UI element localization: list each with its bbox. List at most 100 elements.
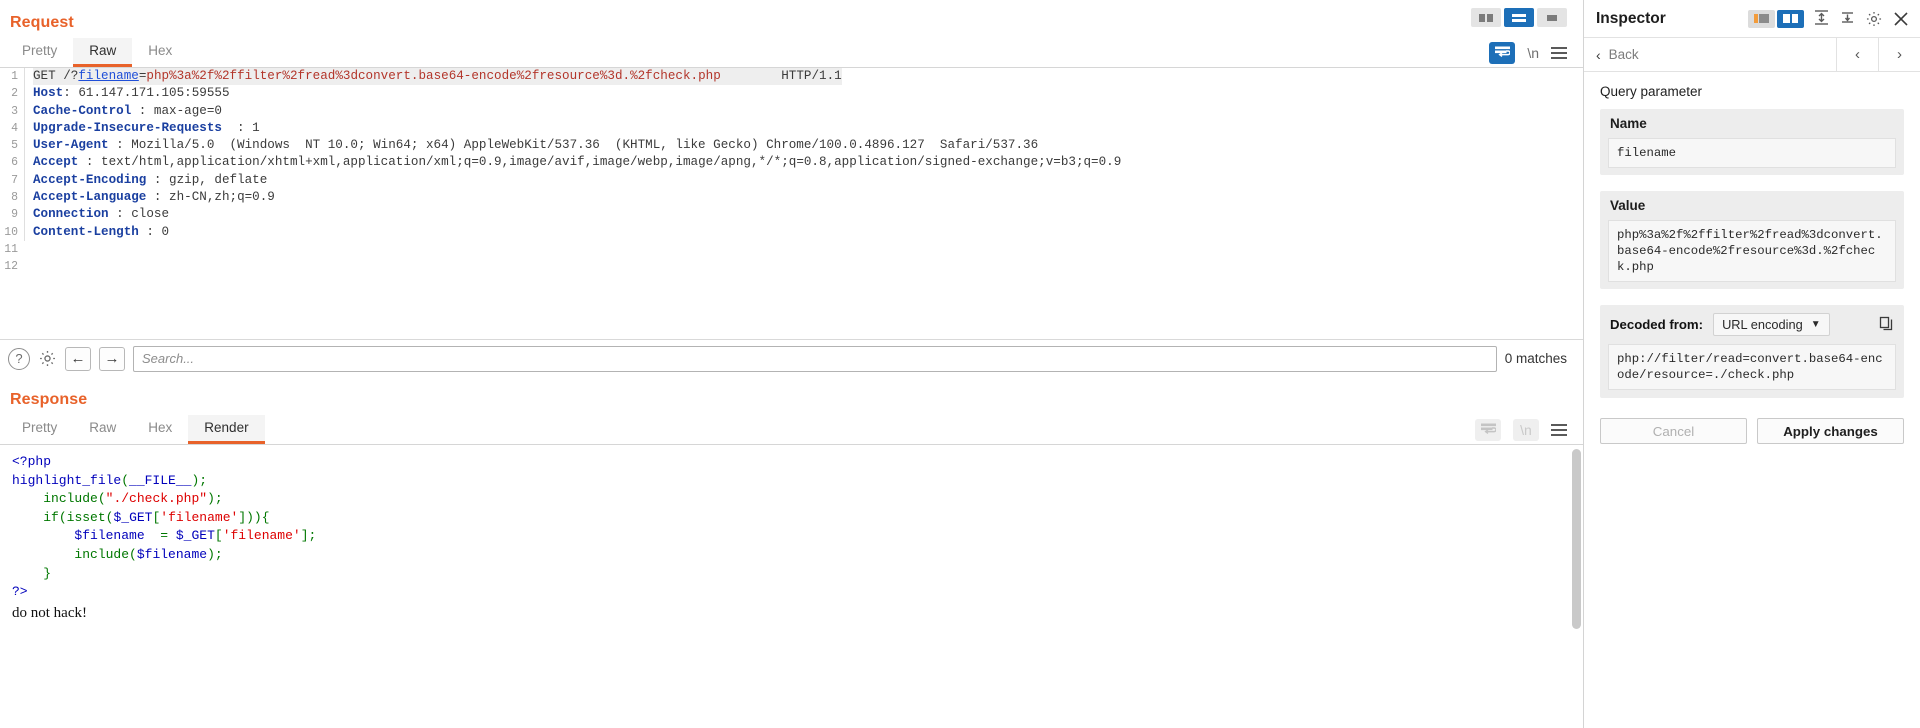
response-plain-output: do not hack! xyxy=(12,604,87,621)
response-panel: Response Pretty Raw Hex Render \n <?php … xyxy=(0,377,1583,662)
line-number: 5 xyxy=(11,139,18,153)
close-icon[interactable] xyxy=(1892,10,1910,28)
line-content: Connection : close xyxy=(24,206,1583,224)
apply-changes-button[interactable]: Apply changes xyxy=(1757,418,1904,444)
word-wrap-icon[interactable] xyxy=(1489,41,1516,64)
inspector-title: Inspector xyxy=(1596,9,1666,27)
line-number: 3 xyxy=(11,104,18,118)
request-code-line: 5 User-Agent : Mozilla/5.0 (Windows NT 10… xyxy=(0,137,1583,155)
response-tab-render[interactable]: Render xyxy=(188,415,265,444)
request-code-line: 2 Host: 61.147.171.105:59555 xyxy=(0,85,1583,103)
inspector-body: Query parameter Name filename Value php%… xyxy=(1584,72,1920,444)
response-code-line: if(isset($_GET['filename'])){ xyxy=(43,509,270,525)
copy-icon[interactable] xyxy=(1879,316,1896,334)
response-tab-raw[interactable]: Raw xyxy=(73,415,132,444)
inspector-decoded-header: Decoded from: URL encoding ▼ xyxy=(1600,305,1904,344)
request-panel: Request Pretty Raw Hex \n 1 GET /?filena… xyxy=(0,0,1583,377)
search-input[interactable]: Search... xyxy=(133,345,1497,372)
line-content: Accept-Encoding : gzip, deflate xyxy=(24,171,1583,190)
request-menu-icon[interactable] xyxy=(1551,46,1567,59)
inspector-value-value[interactable]: php%3a%2f%2ffilter%2fread%3dconvert.base… xyxy=(1608,220,1896,282)
request-title: Request xyxy=(10,14,74,31)
inspector-action-buttons: Cancel Apply changes xyxy=(1600,418,1904,444)
response-title: Response xyxy=(10,391,88,408)
request-code-line: 7 Accept-Encoding : gzip, deflate xyxy=(0,171,1583,190)
response-menu-icon[interactable] xyxy=(1551,423,1567,436)
expand-all-icon[interactable] xyxy=(1813,9,1830,29)
response-code-line: include($filename); xyxy=(74,546,223,562)
inspector-gear-icon[interactable] xyxy=(1865,10,1883,28)
inspector-layout-toggle[interactable] xyxy=(1748,9,1804,28)
line-number: 11 xyxy=(4,242,18,256)
inspector-back-label: Back xyxy=(1608,47,1639,62)
panel-right-layout-button[interactable] xyxy=(1777,9,1804,28)
request-code-line: 12 xyxy=(0,258,1583,275)
line-content: User-Agent : Mozilla/5.0 (Windows NT 10.… xyxy=(24,137,1583,155)
response-word-wrap-icon[interactable] xyxy=(1475,418,1501,441)
request-code-line: 8 Accept-Language : zh-CN,zh;q=0.9 xyxy=(0,189,1583,207)
response-editor[interactable]: <?php highlight_file(__FILE__); include("… xyxy=(0,445,1583,662)
request-code-line: 1 GET /?filename=php%3a%2f%2ffilter%2frea… xyxy=(0,68,1583,86)
chevron-down-icon: ▼ xyxy=(1810,319,1821,330)
response-rendered-code: <?php highlight_file(__FILE__); include("… xyxy=(0,445,1583,602)
show-newlines-icon[interactable]: \n xyxy=(1527,45,1539,61)
response-tab-hex[interactable]: Hex xyxy=(132,415,188,444)
inspector-decoded-value[interactable]: php://filter/read=convert.base64-encode/… xyxy=(1608,344,1896,390)
response-show-newlines-icon[interactable]: \n xyxy=(1513,418,1539,441)
inspector-name-header: Name xyxy=(1610,116,1647,131)
layout-vertical-split-button[interactable] xyxy=(1471,8,1501,27)
response-tab-pretty[interactable]: Pretty xyxy=(6,415,73,444)
response-code-line: ?> xyxy=(12,584,28,600)
inspector-prev-button[interactable]: ‹ xyxy=(1836,37,1878,72)
search-prev-button[interactable]: ← xyxy=(65,346,91,371)
layout-toggle-group[interactable] xyxy=(1471,8,1567,27)
response-code-line: } xyxy=(12,565,52,581)
line-content: Content-Length : 0 xyxy=(24,223,1583,241)
line-number: 6 xyxy=(11,156,18,170)
response-scrollbar[interactable] xyxy=(1572,449,1581,629)
inspector-name-value[interactable]: filename xyxy=(1608,138,1896,168)
line-number: 8 xyxy=(11,191,18,205)
layout-single-pane-button[interactable] xyxy=(1537,8,1567,27)
request-code-line: 3 Cache-Control : max-age=0 xyxy=(0,102,1583,120)
response-code-line: <?php xyxy=(12,454,52,469)
request-tab-raw[interactable]: Raw xyxy=(73,38,133,67)
panel-left-layout-button[interactable] xyxy=(1748,9,1775,28)
inspector-panel: Inspector ‹ Back ‹ › Query parameter Nam… xyxy=(1583,0,1920,728)
inspector-name-card: Name filename xyxy=(1600,109,1904,175)
inspector-decoded-label: Decoded from: xyxy=(1610,317,1704,332)
inspector-decoding-select[interactable]: URL encoding ▼ xyxy=(1713,313,1830,336)
line-content: Accept : text/html,application/xhtml+xml… xyxy=(24,154,1583,172)
chevron-left-icon: ‹ xyxy=(1596,46,1601,63)
inspector-decoding-selected: URL encoding xyxy=(1722,317,1803,332)
inspector-back-button[interactable]: ‹ Back xyxy=(1584,47,1836,63)
request-search-bar: ? ← → Search... 0 matches xyxy=(0,339,1583,377)
response-code-line: include("./check.php"); xyxy=(43,491,223,507)
collapse-all-icon[interactable] xyxy=(1839,9,1856,29)
line-content: Accept-Language : zh-CN,zh;q=0.9 xyxy=(24,189,1583,207)
request-tab-pretty[interactable]: Pretty xyxy=(6,38,73,67)
line-number: 12 xyxy=(4,260,18,274)
request-editor[interactable]: 1 GET /?filename=php%3a%2f%2ffilter%2frea… xyxy=(0,68,1583,339)
request-toolbar: \n xyxy=(1489,38,1583,67)
request-response-pane: Request Pretty Raw Hex \n 1 GET /?filena… xyxy=(0,0,1583,728)
response-code-line: highlight_file(__FILE__); xyxy=(12,472,208,488)
search-next-button[interactable]: → xyxy=(99,346,125,371)
layout-horizontal-split-button[interactable] xyxy=(1504,8,1534,27)
line-content: Cache-Control : max-age=0 xyxy=(24,102,1583,120)
inspector-decoded-card: Decoded from: URL encoding ▼ php://filte… xyxy=(1600,305,1904,398)
line-number: 9 xyxy=(11,208,18,222)
line-number: 2 xyxy=(11,87,18,101)
cancel-button[interactable]: Cancel xyxy=(1600,418,1747,444)
request-tabbar: Pretty Raw Hex \n xyxy=(0,38,1583,68)
request-code-line: 6 Accept : text/html,application/xhtml+xm… xyxy=(0,154,1583,172)
request-code-line: 4 Upgrade-Insecure-Requests : 1 xyxy=(0,119,1583,138)
line-content: Host: 61.147.171.105:59555 xyxy=(24,85,1583,103)
inspector-value-header: Value xyxy=(1610,198,1646,213)
help-icon[interactable]: ? xyxy=(8,347,30,370)
gear-icon[interactable] xyxy=(38,349,57,368)
inspector-next-button[interactable]: › xyxy=(1878,37,1920,72)
response-tabbar: Pretty Raw Hex Render \n xyxy=(0,415,1583,445)
request-tab-hex[interactable]: Hex xyxy=(132,38,188,67)
request-code-line: 10 Content-Length : 0 xyxy=(0,223,1583,241)
